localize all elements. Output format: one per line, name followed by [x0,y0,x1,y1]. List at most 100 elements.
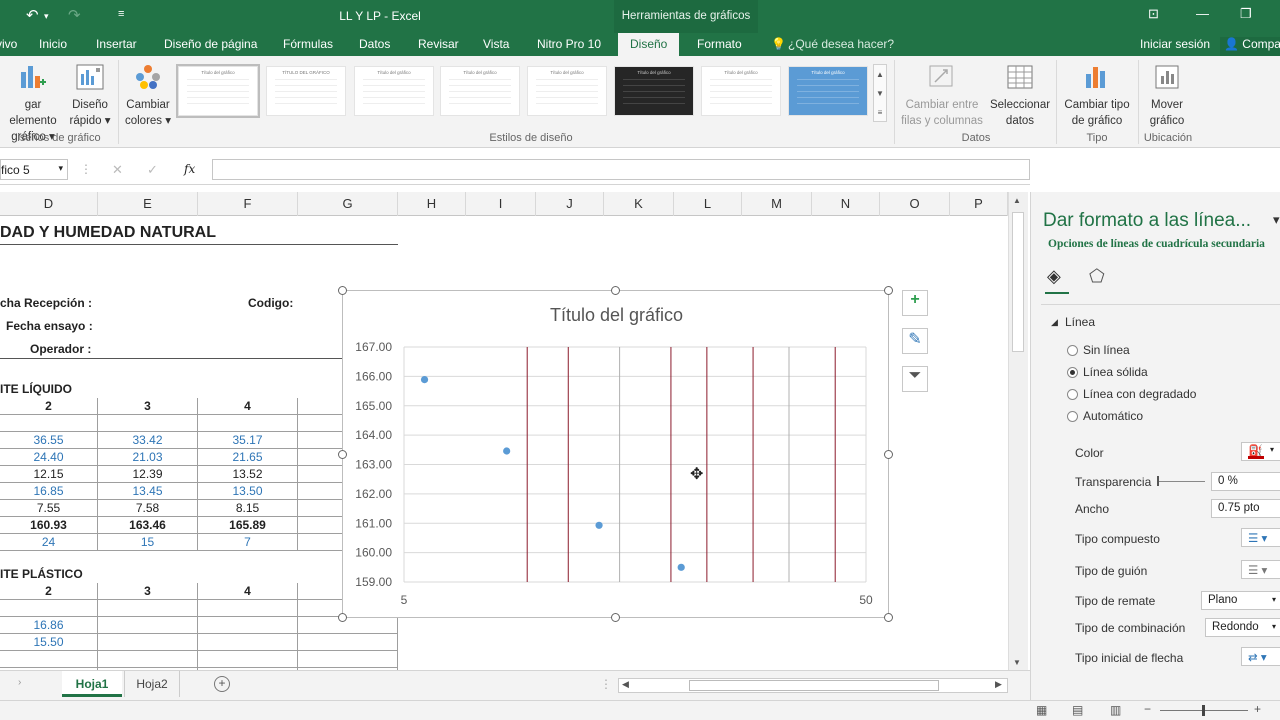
code-label[interactable]: Codigo: [248,296,293,310]
table-cell[interactable]: 24.40 [0,449,98,466]
switch-row-column-button[interactable]: Cambiar entre filas y columnas [898,62,986,129]
radio-solid-line[interactable] [1067,367,1078,378]
table-header-cell[interactable]: 2 [0,583,98,600]
quick-layout-button[interactable]: Diseño rápido ▾ [68,62,112,129]
table-header-cell[interactable]: 4 [198,583,298,600]
table-cell[interactable]: 15.50 [0,634,98,651]
zoom-out-icon[interactable]: − [1144,702,1151,716]
normal-view-icon[interactable]: ▦ [1036,703,1047,717]
tab-view[interactable]: Vista [483,37,509,51]
chart-resize-handle[interactable] [338,613,347,622]
chart-resize-handle[interactable] [611,286,620,295]
gallery-scroll[interactable]: ▲ ▼ ≡ [873,64,887,122]
chart-style-4[interactable]: Título del gráfico [440,66,520,116]
tab-insert[interactable]: Insertar [96,37,137,51]
table-cell[interactable] [0,600,98,617]
scroll-right-icon[interactable]: ▶ [995,679,1002,690]
tab-file[interactable]: vivo [0,37,17,51]
y-tick-label[interactable]: 159.00 [355,575,392,589]
y-tick-label[interactable]: 160.00 [355,546,392,560]
data-point[interactable] [595,521,603,529]
tab-design[interactable]: Diseño [618,33,680,56]
column-header[interactable]: J [536,192,604,216]
table-cell[interactable] [98,600,198,617]
column-header[interactable]: P [950,192,1008,216]
chart-filter-icon[interactable]: ⏷ [902,366,928,392]
option-solid-line[interactable]: Línea sólida [1083,365,1148,379]
chart-style-5[interactable]: Título del gráfico [527,66,607,116]
transparency-input[interactable]: 0 % [1211,472,1280,491]
ribbon-display-icon[interactable]: ⊡ [1148,6,1159,22]
line-color-picker[interactable]: ⛽ ▾ [1241,442,1280,461]
table-cell[interactable]: 21.65 [198,449,298,466]
chart-style-2[interactable]: TÍTULO DEL GRÁFICO [266,66,346,116]
cancel-icon[interactable]: ✕ [112,162,123,178]
y-tick-label[interactable]: 161.00 [355,516,392,530]
y-tick-label[interactable]: 163.00 [355,458,392,472]
table-cell[interactable]: 7.58 [98,500,198,517]
table-cell[interactable] [0,651,98,668]
pane-options-dropdown-icon[interactable]: ▾ [1273,212,1280,228]
insert-function-icon[interactable]: fx [184,162,195,176]
column-header[interactable]: N [812,192,880,216]
y-tick-label[interactable]: 167.00 [355,340,392,354]
chart-style-6[interactable]: Título del gráfico [614,66,694,116]
column-header[interactable]: K [604,192,674,216]
page-layout-view-icon[interactable]: ▤ [1072,703,1083,717]
tab-review[interactable]: Revisar [418,37,459,51]
scroll-up-icon[interactable]: ▲ [1013,196,1021,205]
chart-styles-brush-icon[interactable]: ✎ [902,328,928,354]
zoom-in-icon[interactable]: + [1254,702,1261,716]
column-header[interactable]: H [398,192,466,216]
chart-resize-handle[interactable] [611,613,620,622]
chart-resize-handle[interactable] [338,286,347,295]
collapse-line-icon[interactable]: ◢ [1051,317,1058,328]
chart-resize-handle[interactable] [884,613,893,622]
x-tick-label[interactable]: 5 [401,593,408,607]
table-cell[interactable] [298,617,398,634]
line-section-header[interactable]: Línea [1065,315,1095,329]
page-break-view-icon[interactable]: ▥ [1110,703,1121,717]
select-data-button[interactable]: Seleccionar datos [986,62,1054,129]
table-header-cell[interactable]: 3 [98,583,198,600]
table-cell[interactable]: 16.86 [0,617,98,634]
option-gradient-line[interactable]: Línea con degradado [1083,387,1196,401]
transparency-slider-thumb[interactable] [1157,476,1159,486]
table-cell[interactable]: 21.03 [98,449,198,466]
chart-style-7[interactable]: Título del gráfico [701,66,781,116]
join-type-select[interactable]: Redondo ▾ [1205,618,1280,637]
radio-gradient-line[interactable] [1067,389,1078,400]
table-cell[interactable] [198,415,298,432]
table-cell[interactable]: 35.17 [198,432,298,449]
table-cell[interactable]: 33.42 [98,432,198,449]
y-tick-label[interactable]: 166.00 [355,369,392,383]
table-cell[interactable]: 8.15 [198,500,298,517]
sheet-tab-hoja2[interactable]: Hoja2 [124,671,180,697]
new-sheet-plus-icon[interactable]: + [214,676,230,692]
name-box-dropdown-icon[interactable]: ▾ [58,163,63,174]
table-cell[interactable]: 13.45 [98,483,198,500]
chart-elements-plus-icon[interactable]: + [902,290,928,316]
tab-format[interactable]: Formato [697,37,742,51]
tab-split-grip-icon[interactable]: ⋮ [600,677,612,691]
y-tick-label[interactable]: 162.00 [355,487,392,501]
table-cell[interactable] [198,651,298,668]
move-chart-button[interactable]: Mover gráfico [1142,62,1192,129]
fill-line-icon[interactable]: ◈ [1047,266,1071,290]
table-cell[interactable]: 13.52 [198,466,298,483]
table-cell[interactable] [98,617,198,634]
table-cell[interactable]: 36.55 [0,432,98,449]
formula-input[interactable] [212,159,1030,180]
table-cell[interactable]: 16.85 [0,483,98,500]
horizontal-scroll-thumb[interactable] [689,680,939,691]
table-cell[interactable] [0,415,98,432]
data-point[interactable] [420,376,429,384]
test-date-label[interactable]: Fecha ensayo : [6,319,93,333]
table-cell[interactable]: 12.15 [0,466,98,483]
enter-icon[interactable]: ✓ [147,162,158,178]
table-cell[interactable] [198,600,298,617]
sheet-nav-next-icon[interactable]: › [18,677,21,688]
table-cell[interactable] [98,634,198,651]
option-automatic[interactable]: Automático [1083,409,1143,423]
table-cell[interactable] [198,634,298,651]
